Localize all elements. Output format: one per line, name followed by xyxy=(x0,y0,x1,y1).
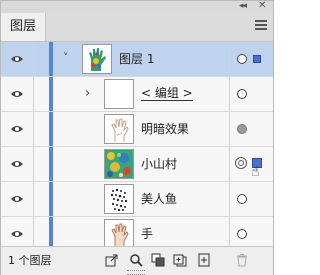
eye-icon xyxy=(11,91,23,97)
layer-count: 1 个图层 xyxy=(8,254,52,267)
lock-toggle[interactable] xyxy=(34,112,48,146)
target-icon[interactable] xyxy=(237,124,247,134)
target-icon[interactable] xyxy=(235,157,247,169)
lock-toggle[interactable] xyxy=(34,77,48,111)
layer-name[interactable]: 明暗效果 xyxy=(141,112,189,146)
eye-icon xyxy=(11,56,23,62)
visibility-toggle[interactable] xyxy=(1,112,34,146)
layer-thumbnail xyxy=(104,79,134,109)
search-icon[interactable] xyxy=(129,253,143,267)
layer-color-stripe xyxy=(49,112,53,146)
layer-row[interactable]: ˅ 图层 1 xyxy=(1,42,273,77)
layer-color-stripe xyxy=(49,147,53,181)
layer-color-stripe xyxy=(49,77,53,111)
layer-color-stripe xyxy=(49,42,53,76)
layer-name[interactable]: 小山村 xyxy=(141,147,177,181)
target-icon[interactable] xyxy=(237,229,247,239)
clipping-mask-icon[interactable] xyxy=(151,253,165,267)
layer-thumbnail xyxy=(104,184,134,214)
visibility-toggle[interactable] xyxy=(1,42,34,76)
layers-panel: ◂◂ ✕ 图层 ˅ 图层 1 › < 编组 > 明暗效果 小山村 ☝ 美人鱼 手… xyxy=(0,0,274,275)
eye-icon xyxy=(11,126,23,132)
target-icon[interactable] xyxy=(237,54,247,64)
layer-name[interactable]: 美人鱼 xyxy=(141,182,177,216)
layer-name[interactable]: 图层 1 xyxy=(119,42,154,76)
collapse-panel-icon[interactable]: ◂◂ xyxy=(239,1,247,11)
target-icon[interactable] xyxy=(237,89,247,99)
layer-name[interactable]: < 编组 > xyxy=(141,87,193,101)
layer-row[interactable]: 明暗效果 xyxy=(1,112,273,147)
eye-icon xyxy=(11,196,23,202)
eye-icon xyxy=(11,231,23,237)
layer-thumbnail xyxy=(104,114,134,144)
layer-thumbnail xyxy=(104,219,134,249)
delete-icon[interactable] xyxy=(235,253,249,267)
chevron-down-icon[interactable]: ˅ xyxy=(63,51,69,64)
new-layer-icon[interactable] xyxy=(197,253,211,267)
layer-color-stripe xyxy=(49,182,53,216)
visibility-toggle[interactable] xyxy=(1,147,34,181)
lock-toggle[interactable] xyxy=(34,182,48,216)
hand-cursor-icon: ☝ xyxy=(251,164,260,180)
layer-list: ˅ 图层 1 › < 编组 > 明暗效果 小山村 ☝ 美人鱼 手 xyxy=(1,42,273,252)
tab-layers[interactable]: 图层 xyxy=(1,13,46,41)
panel-title-bar: ◂◂ ✕ xyxy=(1,0,273,13)
lock-toggle[interactable] xyxy=(34,147,48,181)
layer-row[interactable]: › < 编组 > xyxy=(1,77,273,112)
layer-row[interactable]: 美人鱼 xyxy=(1,182,273,217)
resize-grip[interactable] xyxy=(127,270,145,275)
visibility-toggle[interactable] xyxy=(1,77,34,111)
new-sublayer-icon[interactable] xyxy=(173,253,187,267)
chevron-right-icon[interactable]: › xyxy=(85,86,90,101)
visibility-toggle[interactable] xyxy=(1,182,34,216)
hamburger-menu-icon[interactable] xyxy=(255,20,267,32)
eye-icon xyxy=(11,161,23,167)
close-panel-icon[interactable]: ✕ xyxy=(258,0,266,11)
target-icon[interactable] xyxy=(237,194,247,204)
layer-thumbnail xyxy=(104,149,134,179)
lock-toggle[interactable] xyxy=(34,42,48,76)
selection-indicator[interactable] xyxy=(253,55,261,63)
layer-row[interactable]: 小山村 ☝ xyxy=(1,147,273,182)
layer-thumbnail xyxy=(82,44,112,74)
panel-tab-row: 图层 xyxy=(1,13,273,42)
export-icon[interactable] xyxy=(105,253,119,267)
